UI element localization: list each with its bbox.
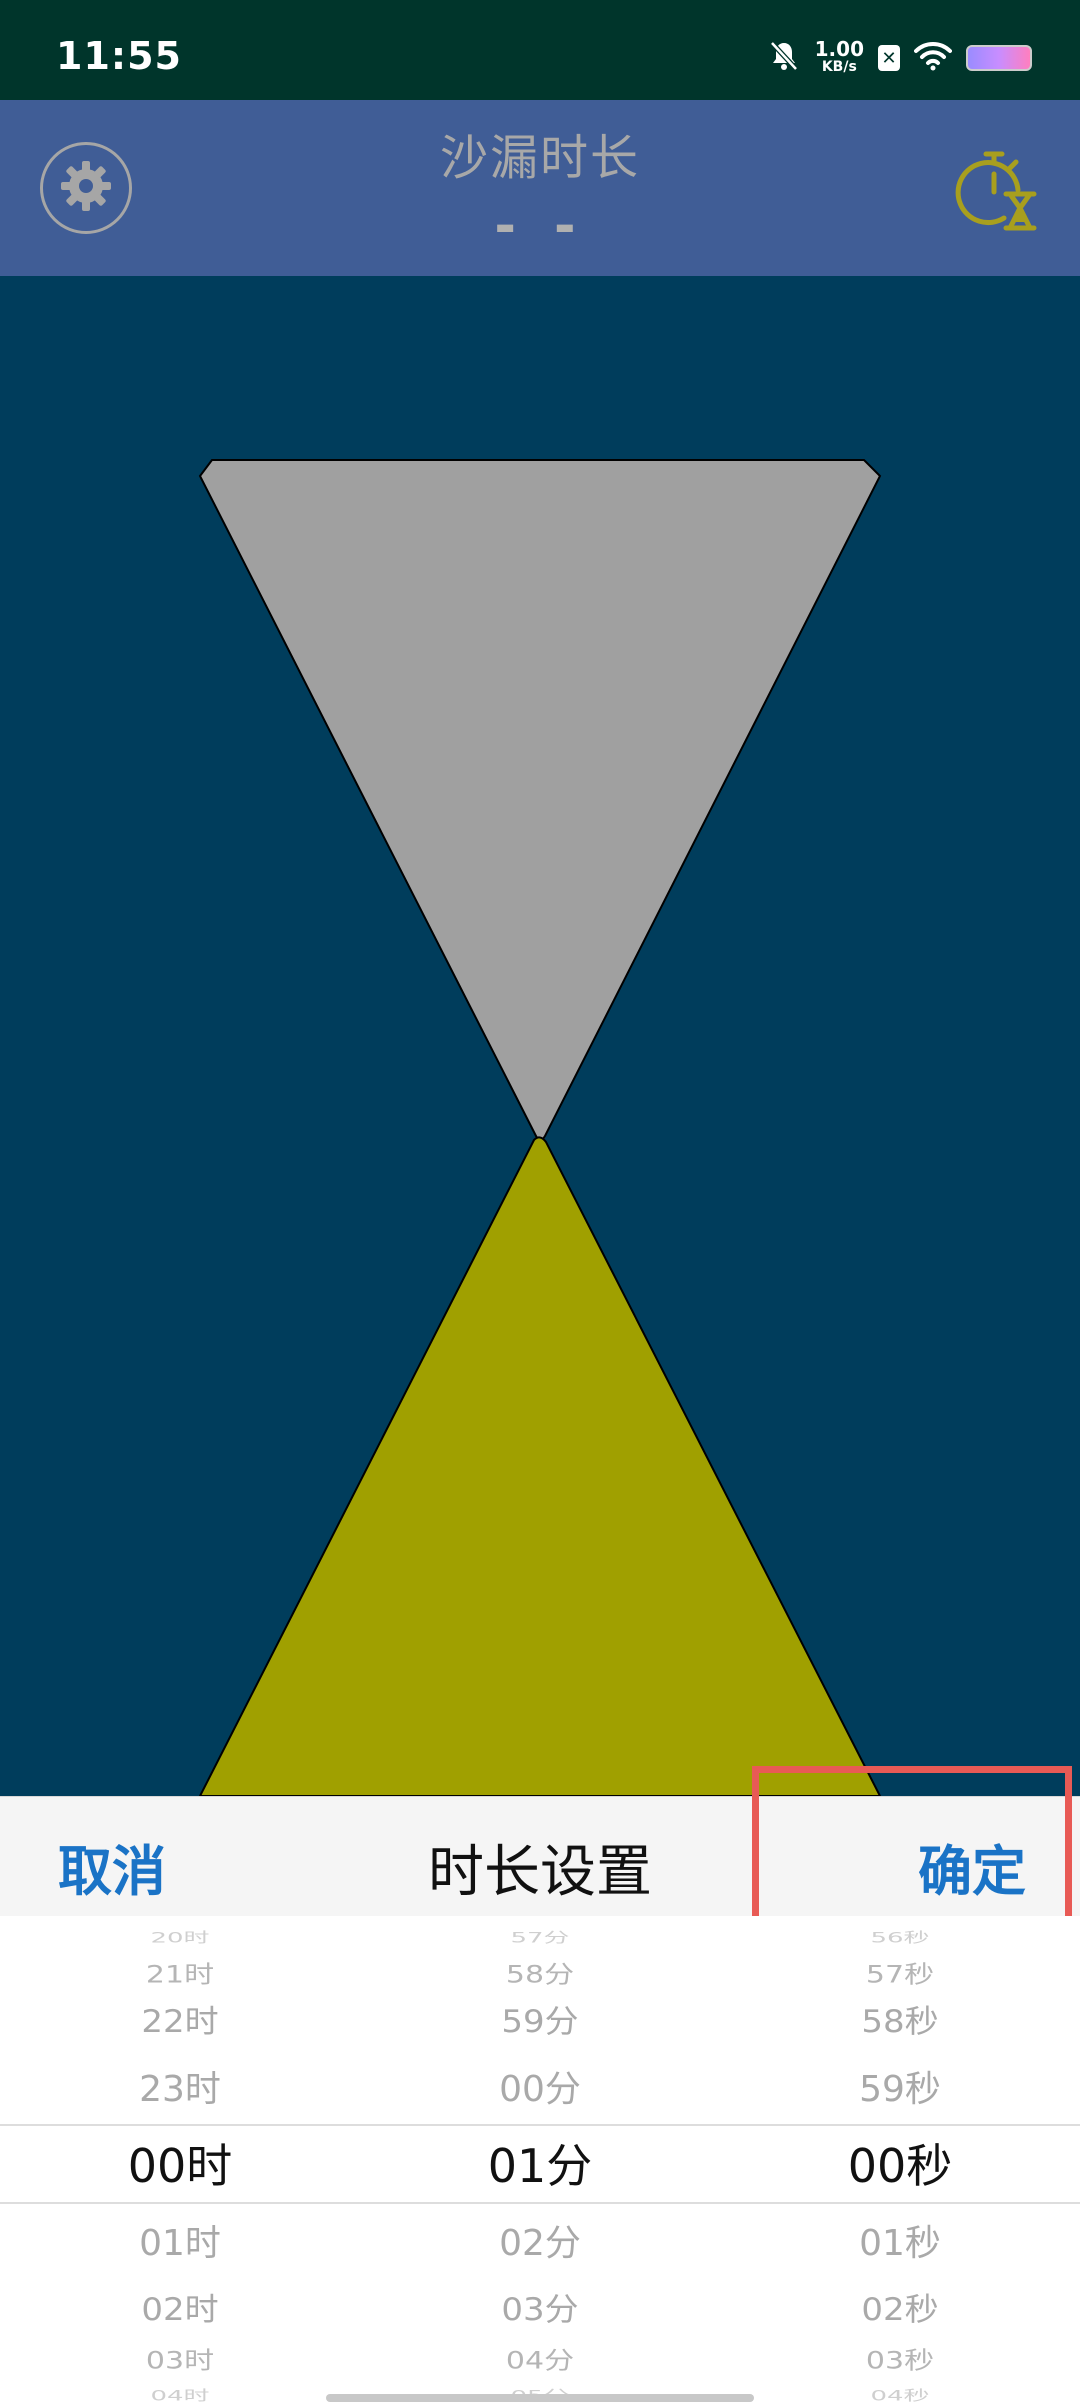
second-option[interactable]: 59秒 (720, 2060, 1080, 2112)
hourglass-stage (0, 276, 1080, 1796)
hour-option[interactable]: 04时 (0, 2384, 360, 2405)
second-option[interactable]: 00秒 (720, 2130, 1080, 2196)
minute-option[interactable]: 59分 (360, 1996, 720, 2041)
hour-option[interactable]: 22时 (0, 1996, 360, 2041)
hourglass-bottom-bulb (198, 1136, 882, 1796)
second-option[interactable]: 56秒 (720, 1926, 1080, 1947)
hour-option[interactable]: 01时 (0, 2214, 360, 2266)
second-option[interactable]: 02秒 (720, 2284, 1080, 2329)
hour-option[interactable]: 23时 (0, 2060, 360, 2112)
minute-option[interactable]: 01分 (360, 2130, 720, 2196)
wifi-icon (914, 41, 952, 75)
net-speed: 1.00 KB/s (814, 37, 864, 76)
minute-option[interactable]: 03分 (360, 2284, 720, 2329)
hourglass-top-bulb (198, 459, 882, 1141)
hour-option[interactable]: 00时 (0, 2130, 360, 2196)
minute-wheel[interactable]: 57分58分59分00分01分02分03分04分05分 (360, 1916, 720, 2408)
net-speed-value: 1.00 (814, 37, 864, 61)
app-title: 沙漏时长 (439, 130, 640, 186)
duration-picker: 20时 21时 22时 23时 00时 01时 02时 03时 04时 57分 58分 59分 00分… (0, 1916, 1080, 2408)
hour-option[interactable]: 02时 (0, 2284, 360, 2329)
bell-off-icon (767, 39, 801, 77)
selection-line-top (0, 2124, 1080, 2126)
minute-option[interactable]: 57分 (360, 1926, 720, 1947)
status-icons: 1.00 KB/s ✕ (767, 38, 1032, 78)
hour-option[interactable]: 20时 (0, 1926, 360, 1947)
second-option[interactable]: 57秒 (720, 1954, 1080, 1989)
minute-option[interactable]: 58分 (360, 1954, 720, 1989)
hour-wheel[interactable]: 20时 21时 22时 23时 00时 01时 02时 03时 04时 (0, 1916, 360, 2408)
second-option[interactable]: 04秒 (720, 2384, 1080, 2405)
second-option[interactable]: 03秒 (720, 2340, 1080, 2375)
minute-option[interactable]: 04分 (360, 2340, 720, 2375)
selection-line-bottom (0, 2202, 1080, 2204)
x-badge-icon: ✕ (878, 45, 900, 71)
timer-hourglass-icon (948, 151, 1040, 238)
status-bar: 11:55 1.00 KB/s ✕ (0, 0, 1080, 100)
battery-icon (966, 45, 1032, 71)
second-option[interactable]: 58秒 (720, 1996, 1080, 2041)
home-indicator[interactable] (326, 2394, 754, 2402)
app-bar: 沙漏时长 - - (0, 100, 1080, 276)
confirm-button[interactable]: 确定 (918, 1827, 1026, 1906)
duration-dialog-header: 取消 时长设置 确定 (0, 1796, 1080, 1917)
hour-option[interactable]: 03时 (0, 2340, 360, 2375)
second-wheel[interactable]: 56秒 57秒 58秒 59秒 00秒 01秒 02秒 03秒 04秒 (720, 1916, 1080, 2408)
status-time: 11:55 (56, 34, 182, 78)
hour-option[interactable]: 21时 (0, 1954, 360, 1989)
timer-hourglass-button[interactable] (948, 142, 1040, 234)
duration-display: - - (494, 196, 586, 256)
second-option[interactable]: 01秒 (720, 2214, 1080, 2266)
net-speed-unit: KB/s (821, 59, 857, 75)
minute-option[interactable]: 00分 (360, 2060, 720, 2112)
minute-option[interactable]: 02分 (360, 2214, 720, 2266)
hourglass-graphic (198, 459, 882, 1796)
screen: 11:55 1.00 KB/s ✕ 沙漏时长 - - 取消 时长设置 确定 20… (0, 0, 1080, 2408)
